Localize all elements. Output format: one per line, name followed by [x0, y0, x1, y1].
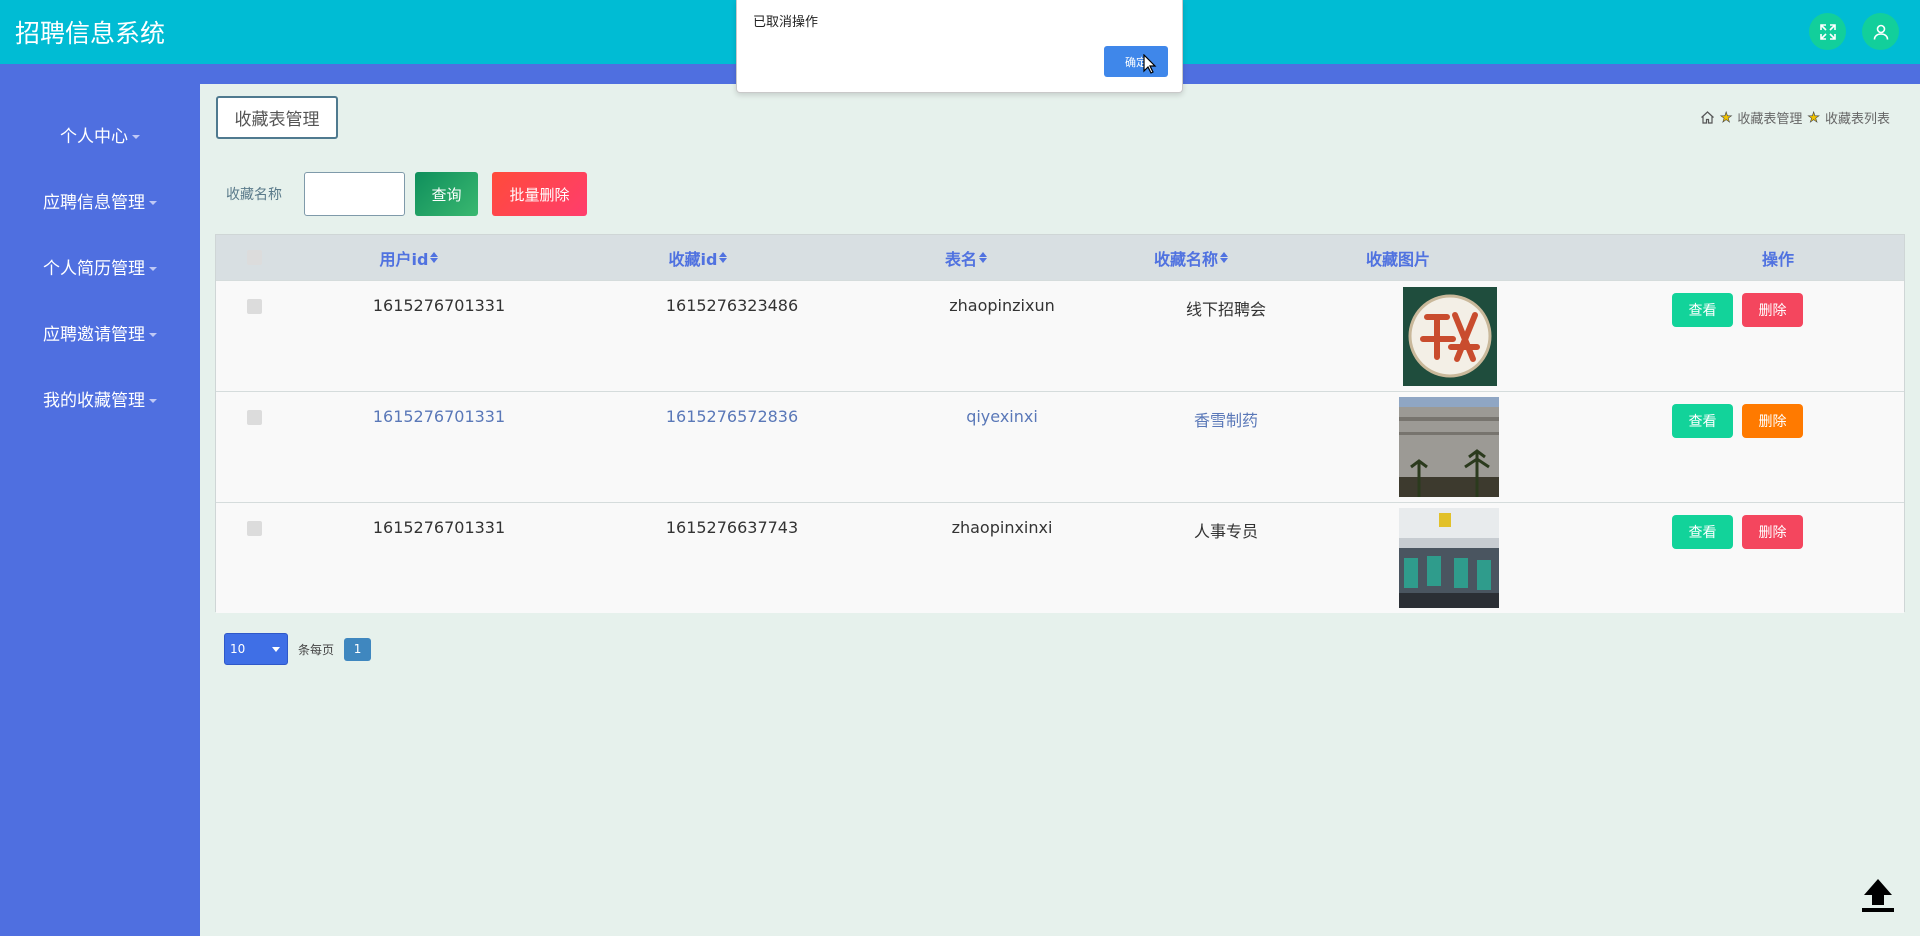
table-header: 用户id 收藏id 表名 收藏名称 收藏图片 操作: [216, 235, 1904, 280]
star-icon: ★: [1719, 109, 1733, 126]
sidebar-item-invitation[interactable]: 应聘邀请管理: [0, 320, 200, 345]
cell-fav-id: 1615276637743: [665, 518, 799, 537]
breadcrumb-item[interactable]: 收藏表管理: [1737, 108, 1802, 127]
cell-fav-name: 香雪制药: [1193, 411, 1259, 430]
scroll-to-top-icon[interactable]: [1858, 875, 1898, 915]
row-checkbox[interactable]: [247, 521, 262, 536]
view-button[interactable]: 查看: [1672, 293, 1733, 327]
favorites-table: 用户id 收藏id 表名 收藏名称 收藏图片 操作 1615276701331 …: [215, 234, 1905, 613]
view-button[interactable]: 查看: [1672, 404, 1733, 438]
breadcrumb: ★ 收藏表管理 ★ 收藏表列表: [1700, 108, 1890, 127]
cell-table-name: zhaopinzixun: [949, 296, 1055, 315]
row-checkbox[interactable]: [247, 410, 262, 425]
cursor-icon: [1143, 54, 1157, 74]
sort-icon: [719, 252, 728, 263]
sidebar-item-application-info[interactable]: 应聘信息管理: [0, 188, 200, 213]
select-all-checkbox[interactable]: [247, 250, 262, 265]
search-input[interactable]: [304, 172, 405, 216]
per-page-label: 条每页: [298, 642, 335, 657]
chevron-down-icon: [149, 399, 157, 403]
cell-fav-id: 1615276572836: [665, 407, 799, 426]
query-button[interactable]: 查询: [415, 172, 478, 216]
page-title: 收藏表管理: [216, 96, 338, 139]
company-building-image: [1399, 397, 1499, 497]
user-button[interactable]: [1862, 13, 1899, 50]
cell-user-id: 1615276701331: [372, 296, 506, 315]
sidebar-item-resume[interactable]: 个人简历管理: [0, 254, 200, 279]
row-checkbox[interactable]: [247, 299, 262, 314]
dialog-ok-button[interactable]: 确定: [1104, 46, 1168, 77]
sort-icon: [1220, 252, 1228, 263]
table-row: 1615276701331 1615276637743 zhaopinxinxi…: [216, 502, 1904, 613]
table-row: 1615276701331 1615276323486 zhaopinzixun…: [216, 280, 1904, 391]
column-header-table-name[interactable]: 表名: [916, 235, 1016, 280]
chevron-down-icon: [149, 267, 157, 271]
column-header-user-id[interactable]: 用户id: [339, 235, 479, 280]
office-image: [1399, 508, 1499, 608]
chevron-down-icon: [149, 333, 157, 337]
sidebar-item-favorites[interactable]: 我的收藏管理: [0, 386, 200, 411]
cell-fav-id: 1615276323486: [665, 296, 799, 315]
pagination: 10 条每页 1: [224, 633, 372, 665]
star-icon: ★: [1807, 109, 1820, 126]
recruitment-logo-image: [1403, 287, 1497, 386]
user-icon: [1873, 24, 1888, 40]
home-icon[interactable]: [1700, 110, 1715, 125]
view-button[interactable]: 查看: [1672, 515, 1733, 549]
column-header-fav-name[interactable]: 收藏名称: [1116, 235, 1266, 280]
table-row: 1615276701331 1615276572836 qiyexinxi 香雪…: [216, 391, 1904, 502]
delete-button[interactable]: 删除: [1742, 293, 1803, 327]
column-header-fav-image: 收藏图片: [1365, 249, 1430, 269]
breadcrumb-item: 收藏表列表: [1824, 112, 1890, 127]
app-title: 招聘信息系统: [15, 19, 166, 48]
column-header-actions: 操作: [1761, 249, 1794, 269]
delete-button[interactable]: 删除: [1742, 404, 1803, 438]
cell-user-id: 1615276701331: [372, 407, 506, 426]
cell-table-name: qiyexinxi: [966, 407, 1038, 426]
batch-delete-button[interactable]: 批量删除: [492, 172, 587, 216]
column-header-fav-id[interactable]: 收藏id: [623, 235, 773, 280]
sort-icon: [430, 252, 439, 263]
dialog-message: 已取消操作: [753, 15, 819, 30]
search-label: 收藏名称: [226, 187, 282, 203]
chevron-down-icon: [132, 135, 140, 139]
chevron-down-icon: [149, 201, 157, 205]
cell-user-id: 1615276701331: [372, 518, 506, 537]
delete-button[interactable]: 删除: [1742, 515, 1803, 549]
cell-fav-name: 人事专员: [1193, 522, 1259, 541]
cell-table-name: zhaopinxinxi: [951, 518, 1053, 537]
fullscreen-button[interactable]: [1809, 13, 1846, 50]
page-number-button[interactable]: 1: [344, 637, 372, 661]
cell-fav-name: 线下招聘会: [1185, 300, 1267, 319]
page-size-select[interactable]: 10: [224, 633, 288, 665]
sidebar-item-personal-center[interactable]: 个人中心: [0, 122, 200, 147]
alert-dialog: 已取消操作 确定: [736, 0, 1183, 93]
sort-icon: [979, 252, 987, 263]
fullscreen-icon: [1819, 23, 1836, 40]
